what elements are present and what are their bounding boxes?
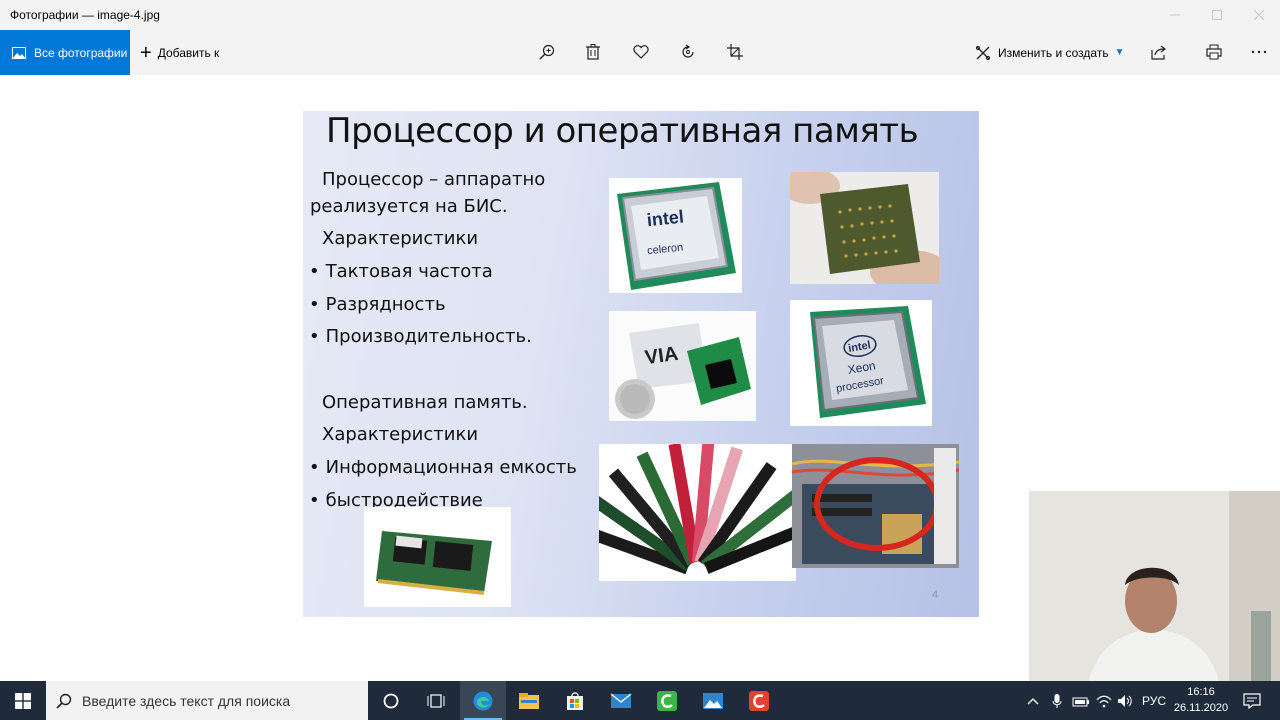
- slide-text-line: Оперативная память.: [322, 392, 528, 413]
- slide-bullet: Тактовая частота: [309, 261, 493, 282]
- share-icon[interactable]: [1146, 39, 1172, 65]
- bullet-text: Информационная емкость: [325, 457, 577, 478]
- rotate-icon[interactable]: [675, 39, 701, 65]
- crop-icon[interactable]: [722, 39, 748, 65]
- edit-icon: [975, 45, 991, 60]
- chevron-down-icon: ▼: [1114, 47, 1125, 58]
- camtasia-green-icon[interactable]: [644, 681, 690, 720]
- webcam-video-overlay: [1029, 491, 1280, 681]
- zoom-icon[interactable]: [534, 39, 560, 65]
- slide-bullet: Информационная емкость: [309, 457, 577, 478]
- slide-text-line: Процессор – аппаратно: [322, 169, 546, 190]
- all-photos-button[interactable]: Все фотографии: [0, 30, 130, 75]
- add-to-button[interactable]: + Добавить к: [140, 30, 219, 75]
- system-clock[interactable]: 16:16 26.11.2020: [1168, 684, 1234, 716]
- edge-icon[interactable]: [460, 681, 506, 720]
- battery-icon[interactable]: [1072, 681, 1090, 720]
- svg-text:VIA: VIA: [644, 343, 680, 369]
- command-bar: Все фотографии + Добавить к Изменить и с…: [0, 30, 1280, 75]
- edit-create-label: Изменить и создать: [998, 45, 1109, 60]
- notifications-icon[interactable]: [1243, 681, 1261, 720]
- clock-time: 16:16: [1187, 686, 1215, 698]
- language-indicator[interactable]: РУС: [1142, 681, 1166, 720]
- cpu-in-hand-photo: [790, 172, 939, 284]
- slide-text-line: реализуется на БИС.: [310, 196, 508, 217]
- slide-bullet: Производительность.: [309, 326, 532, 347]
- slide-text-line: Характеристики: [322, 228, 479, 249]
- favorite-icon[interactable]: [628, 39, 654, 65]
- slide-page-number: 4: [932, 589, 939, 601]
- ram-modules-photo: [599, 444, 796, 581]
- intel-xeon-photo: intel Xeon processor: [790, 300, 932, 426]
- window-title: Фотографии — image-4.jpg: [10, 8, 160, 22]
- clock-date: 26.11.2020: [1173, 702, 1229, 714]
- cortana-icon[interactable]: [368, 681, 414, 720]
- intel-celeron-photo: intel celeron: [609, 178, 742, 293]
- search-icon: [56, 693, 72, 709]
- task-view-icon[interactable]: [413, 681, 459, 720]
- plus-icon: +: [140, 41, 152, 64]
- bullet-text: Тактовая частота: [325, 261, 493, 282]
- edit-create-button[interactable]: Изменить и создать ▼: [975, 30, 1124, 75]
- slide-title: Процессор и оперативная память: [326, 111, 919, 151]
- motherboard-photo: [792, 444, 959, 568]
- windows-icon: [15, 692, 31, 709]
- more-icon[interactable]: [1246, 39, 1272, 65]
- close-button[interactable]: [1236, 0, 1280, 30]
- add-to-label: Добавить к: [157, 45, 220, 60]
- start-button[interactable]: [0, 681, 46, 720]
- chip-label: intel: [646, 206, 685, 230]
- mail-icon[interactable]: [598, 681, 644, 720]
- title-bar: Фотографии — image-4.jpg: [0, 0, 1280, 30]
- store-icon[interactable]: [552, 681, 598, 720]
- chevron-up-icon: [1027, 697, 1039, 704]
- camtasia-red-icon[interactable]: [736, 681, 782, 720]
- photos-app-icon[interactable]: [690, 681, 736, 720]
- sodimm-photo: [364, 507, 511, 607]
- slide-bullet: Разрядность: [309, 294, 446, 315]
- maximize-button[interactable]: [1194, 0, 1240, 30]
- minimize-button[interactable]: [1152, 0, 1198, 30]
- delete-icon[interactable]: [580, 39, 606, 65]
- microphone-icon[interactable]: [1052, 681, 1062, 720]
- taskbar-search-box[interactable]: Введите здесь текст для поиска: [46, 681, 368, 720]
- file-explorer-icon[interactable]: [506, 681, 552, 720]
- slide-text-line: Характеристики: [322, 424, 479, 445]
- show-hidden-icons-button[interactable]: [1027, 681, 1039, 720]
- bullet-text: Разрядность: [325, 294, 446, 315]
- taskbar: Введите здесь текст для поиска РУС 16:16…: [0, 681, 1280, 720]
- all-photos-label: Все фотографии: [34, 45, 128, 60]
- volume-icon[interactable]: [1117, 681, 1133, 720]
- photo-viewer-image: Процессор и оперативная память Процессор…: [303, 111, 979, 617]
- search-placeholder: Введите здесь текст для поиска: [82, 692, 291, 709]
- photo-icon: [12, 46, 26, 59]
- wifi-icon[interactable]: [1096, 681, 1112, 720]
- print-icon[interactable]: [1201, 39, 1227, 65]
- bullet-text: Производительность.: [325, 326, 532, 347]
- via-chip-photo: VIA: [609, 311, 756, 421]
- language-label: РУС: [1142, 693, 1167, 708]
